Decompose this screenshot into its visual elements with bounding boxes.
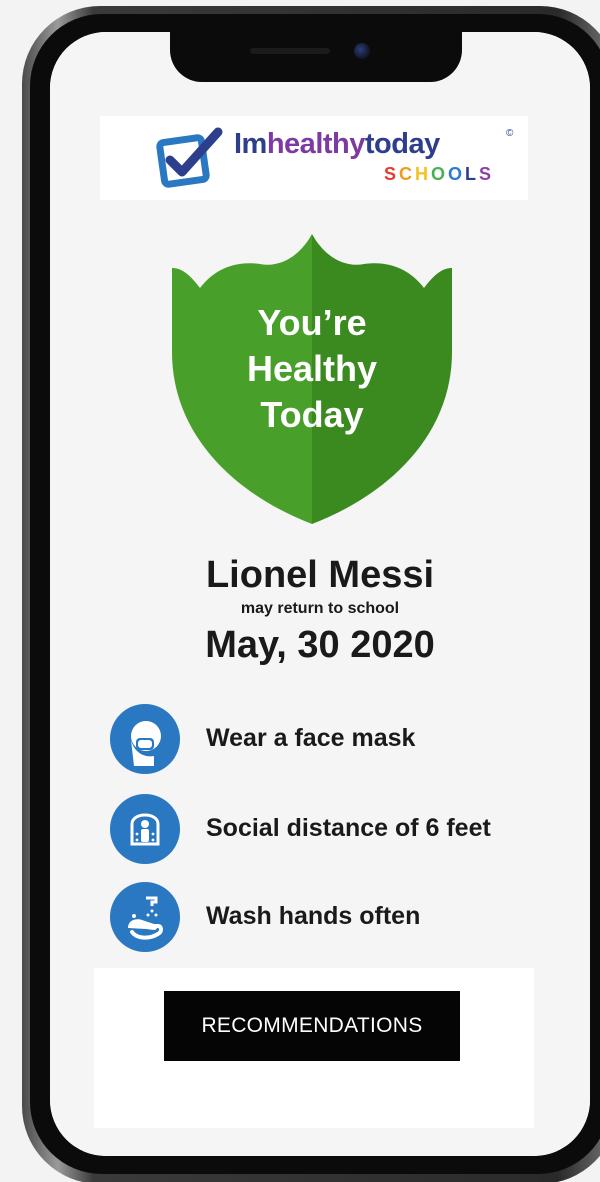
schools-letter: L <box>465 164 480 184</box>
brand-word-today: today <box>364 128 440 160</box>
return-status-text: may return to school <box>240 600 400 617</box>
status-line-3: Today <box>260 394 364 435</box>
schools-letter: O <box>448 164 466 184</box>
guideline-label: Wear a face mask <box>206 724 416 752</box>
phone-speaker <box>250 48 330 54</box>
health-status-message: You’re Healthy Today <box>172 300 452 438</box>
social-distance-icon <box>110 794 180 864</box>
front-camera-icon <box>354 43 370 59</box>
schools-letter: S <box>479 164 495 184</box>
brand-logo: Imhealthytoday © SCHOOLS <box>100 116 528 200</box>
return-date: May, 30 2020 <box>205 624 435 666</box>
guideline-item-face-mask: Wear a face mask <box>110 704 570 778</box>
recommendations-button[interactable]: RECOMMENDATIONS <box>164 991 460 1061</box>
screenshot-stage: Imhealthytoday © SCHOOLS You’re Healthy … <box>0 0 600 1182</box>
brand-word-im: Im <box>234 128 267 160</box>
status-line-1: You’re <box>257 302 367 343</box>
guideline-item-wash-hands: Wash hands often <box>110 882 570 956</box>
checkmark-logo-icon <box>156 127 223 188</box>
guideline-label: Social distance of 6 feet <box>206 814 491 842</box>
schools-letter: S <box>384 164 400 184</box>
registered-mark: © <box>506 128 514 139</box>
schools-letter: O <box>431 164 449 184</box>
brand-word-healthy: healthy <box>266 128 366 160</box>
phone-screen: Imhealthytoday © SCHOOLS You’re Healthy … <box>50 32 590 1156</box>
guideline-label: Wash hands often <box>206 902 421 930</box>
app-content: Imhealthytoday © SCHOOLS You’re Healthy … <box>50 32 590 1156</box>
wash-hands-icon <box>110 882 180 952</box>
schools-letter: C <box>399 164 416 184</box>
schools-letter: H <box>415 164 432 184</box>
brand-wordmark: Imhealthytoday <box>234 128 440 161</box>
brand-subtitle-schools: SCHOOLS <box>384 164 494 185</box>
status-line-2: Healthy <box>246 348 378 389</box>
phone-notch <box>170 32 462 82</box>
student-name: Lionel Messi <box>205 554 435 596</box>
face-mask-icon <box>110 704 180 774</box>
guideline-item-social-distance: Social distance of 6 feet <box>110 794 570 868</box>
